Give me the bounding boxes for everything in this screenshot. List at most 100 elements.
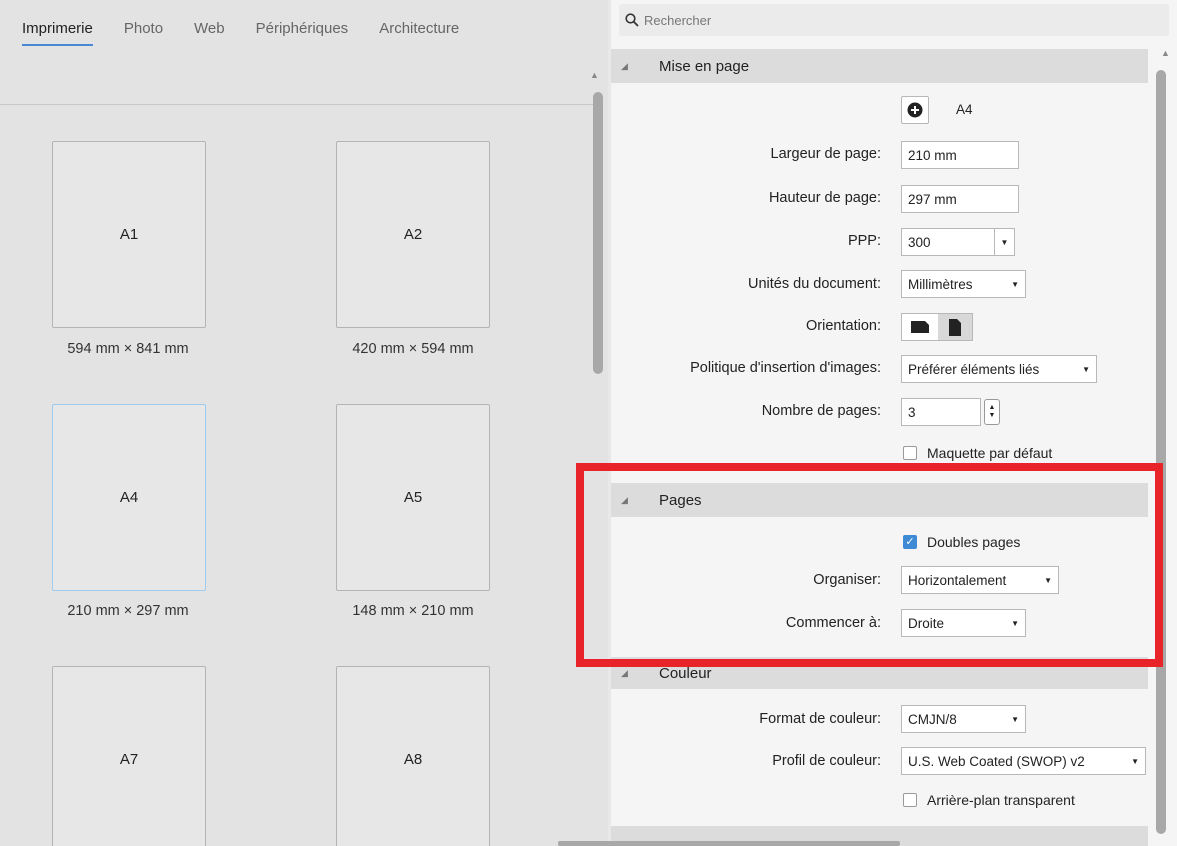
facing-pages-label: Doubles pages	[927, 534, 1021, 550]
preset-size: 148 mm × 210 mm	[352, 603, 474, 619]
color-profile-dropdown[interactable]: U.S. Web Coated (SWOP) v2 ▼	[901, 747, 1146, 775]
section-title: Couleur	[659, 664, 712, 682]
tab-web[interactable]: Web	[194, 20, 225, 46]
arrange-label: Organiser:	[813, 572, 881, 588]
orientation-label: Orientation:	[806, 318, 881, 334]
page-width-value: 210 mm	[908, 147, 957, 163]
chevron-down-icon: ▼	[1082, 364, 1090, 374]
portrait-page-icon	[949, 318, 961, 336]
preset-card-a4[interactable]: A4	[52, 404, 206, 591]
page-count-field[interactable]: 3	[901, 398, 981, 426]
section-mise-en-page[interactable]: ◢ Mise en page	[611, 49, 1148, 83]
tab-peripheriques[interactable]: Périphériques	[256, 20, 349, 46]
landscape-page-icon	[911, 321, 929, 333]
plus-circle-icon	[907, 102, 923, 118]
page-height-value: 297 mm	[908, 191, 957, 207]
start-value: Droite	[908, 615, 945, 631]
search-placeholder: Rechercher	[644, 12, 712, 28]
color-format-value: CMJN/8	[908, 711, 957, 727]
section-pages[interactable]: ◢ Pages	[611, 483, 1148, 517]
add-preset-button[interactable]	[901, 96, 929, 124]
preset-card-a7[interactable]: A7	[52, 666, 206, 846]
checkbox-box[interactable]	[903, 446, 917, 460]
preset-name: A8	[403, 751, 423, 768]
tabs-divider	[0, 104, 602, 105]
preset-name: A4	[119, 489, 139, 506]
stepper-up-icon[interactable]: ▲	[989, 404, 996, 412]
chevron-down-icon: ▼	[1044, 575, 1052, 585]
preset-name: A5	[403, 489, 423, 506]
landscape-button[interactable]	[902, 314, 938, 340]
dpi-combo[interactable]: 300 ▼	[901, 228, 1015, 256]
stepper-down-icon[interactable]: ▼	[989, 412, 996, 420]
properties-scrollbar[interactable]	[1156, 70, 1166, 834]
preset-size: 210 mm × 297 mm	[67, 603, 189, 619]
chevron-down-icon: ▼	[1131, 756, 1139, 766]
preset-card-a2[interactable]: A2	[336, 141, 490, 328]
chevron-down-icon: ▼	[1011, 714, 1019, 724]
dpi-value: 300	[908, 234, 931, 250]
search-icon	[625, 13, 639, 27]
preset-card-a1[interactable]: A1	[52, 141, 206, 328]
chevron-down-icon: ▼	[1011, 618, 1019, 628]
chevron-down-icon[interactable]: ▼	[994, 229, 1014, 255]
image-policy-label: Politique d'insertion d'images:	[690, 360, 881, 376]
tab-architecture[interactable]: Architecture	[379, 20, 459, 46]
preset-name: A2	[403, 226, 423, 243]
page-height-field[interactable]: 297 mm	[901, 185, 1019, 213]
preset-name: A7	[119, 751, 139, 768]
preset-card-a5[interactable]: A5	[336, 404, 490, 591]
default-master-label: Maquette par défaut	[927, 445, 1053, 461]
preset-panel: Imprimerie Photo Web Périphériques Archi…	[0, 0, 608, 846]
properties-panel: Rechercher ◢ Mise en page A4 Largeur de …	[611, 0, 1177, 846]
checkbox-box[interactable]	[903, 793, 917, 807]
tab-photo[interactable]: Photo	[124, 20, 163, 46]
color-profile-label: Profil de couleur:	[772, 753, 881, 769]
preset-size: 594 mm × 841 mm	[67, 341, 189, 357]
preset-name: A1	[119, 226, 139, 243]
image-policy-dropdown[interactable]: Préférer éléments liés ▼	[901, 355, 1097, 383]
preset-card-a8[interactable]: A8	[336, 666, 490, 846]
page-count-value: 3	[908, 404, 916, 420]
section-title: Pages	[659, 491, 702, 509]
units-label: Unités du document:	[748, 276, 881, 292]
dpi-label: PPP:	[847, 233, 881, 249]
units-value: Millimètres	[908, 276, 973, 292]
collapse-triangle-icon: ◢	[621, 60, 628, 71]
horizontal-scrollbar[interactable]	[558, 841, 900, 846]
scroll-up-arrow-icon[interactable]: ▲	[590, 70, 599, 80]
section-couleur[interactable]: ◢ Couleur	[611, 657, 1148, 689]
arrange-value: Horizontalement	[908, 572, 1007, 588]
collapse-triangle-icon: ◢	[621, 494, 628, 505]
scroll-up-arrow-icon[interactable]: ▲	[1161, 48, 1170, 58]
color-format-label: Format de couleur:	[759, 711, 881, 727]
start-label: Commencer à:	[785, 615, 881, 631]
width-label: Largeur de page:	[770, 146, 881, 162]
color-profile-value: U.S. Web Coated (SWOP) v2	[908, 753, 1085, 769]
transparent-background-checkbox[interactable]: Arrière-plan transparent	[903, 792, 1075, 808]
arrange-dropdown[interactable]: Horizontalement ▼	[901, 566, 1059, 594]
chevron-down-icon: ▼	[1011, 279, 1019, 289]
search-input[interactable]: Rechercher	[619, 4, 1169, 36]
category-tabs: Imprimerie Photo Web Périphériques Archi…	[22, 20, 459, 46]
section-title: Mise en page	[659, 57, 750, 75]
preset-scrollbar[interactable]	[593, 92, 603, 374]
units-dropdown[interactable]: Millimètres ▼	[901, 270, 1026, 298]
preset-name-label: A4	[956, 102, 973, 117]
collapse-triangle-icon: ◢	[621, 667, 628, 678]
page-width-field[interactable]: 210 mm	[901, 141, 1019, 169]
height-label: Hauteur de page:	[768, 190, 881, 206]
preset-size: 420 mm × 594 mm	[352, 341, 474, 357]
facing-pages-checkbox[interactable]: ✓ Doubles pages	[903, 534, 1020, 550]
start-dropdown[interactable]: Droite ▼	[901, 609, 1026, 637]
portrait-button[interactable]	[938, 314, 972, 340]
page-count-stepper[interactable]: ▲ ▼	[984, 399, 1000, 425]
default-master-checkbox[interactable]: Maquette par défaut	[903, 445, 1052, 461]
image-policy-value: Préférer éléments liés	[908, 361, 1040, 377]
transparent-background-label: Arrière-plan transparent	[927, 792, 1075, 808]
tab-imprimerie[interactable]: Imprimerie	[22, 20, 93, 46]
checkmark-icon[interactable]: ✓	[903, 535, 917, 549]
page-count-label: Nombre de pages:	[761, 403, 881, 419]
color-format-dropdown[interactable]: CMJN/8 ▼	[901, 705, 1026, 733]
orientation-toggle	[901, 313, 973, 341]
